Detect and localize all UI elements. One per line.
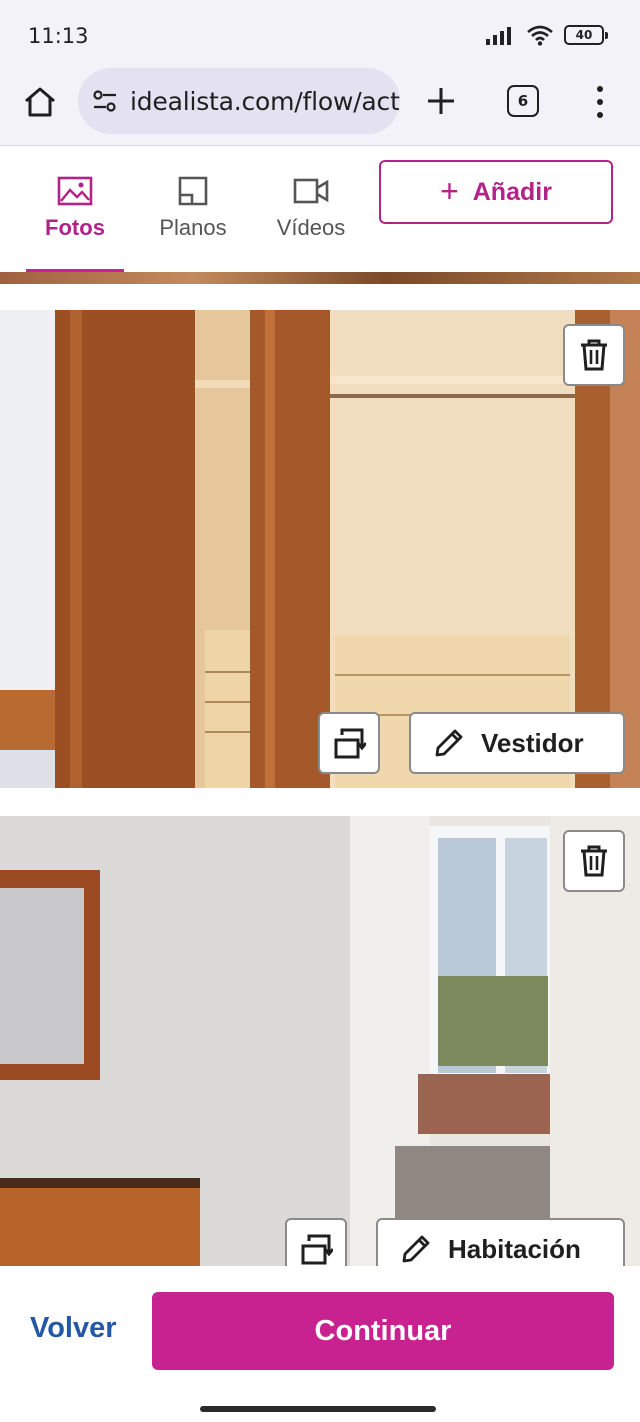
- gesture-home-indicator[interactable]: [200, 1406, 436, 1412]
- pencil-icon: [402, 1235, 430, 1263]
- address-bar[interactable]: idealista.com/flow/act: [78, 68, 400, 134]
- add-media-button[interactable]: + Añadir: [379, 160, 613, 224]
- trash-icon: [581, 845, 607, 877]
- tab-videos[interactable]: Vídeos: [256, 175, 366, 241]
- continue-label: Continuar: [314, 1314, 452, 1347]
- edit-room-label-button[interactable]: Vestidor: [409, 712, 625, 774]
- tab-label: Fotos: [45, 215, 105, 240]
- wifi-icon: [527, 25, 553, 46]
- previous-photo-edge: [0, 272, 640, 284]
- battery-level: 40: [575, 28, 593, 42]
- plus-icon: +: [440, 172, 459, 209]
- home-icon[interactable]: [22, 84, 58, 120]
- rotate-photo-button[interactable]: [285, 1218, 347, 1266]
- signal-icon: [486, 27, 511, 45]
- room-label: Vestidor: [481, 727, 584, 758]
- tab-switcher-button[interactable]: 6: [507, 85, 539, 117]
- photo-image: [0, 816, 640, 1266]
- room-label: Habitación: [448, 1233, 581, 1264]
- status-time: 11:13: [28, 24, 89, 48]
- floorplan-icon: [178, 176, 208, 206]
- continue-button[interactable]: Continuar: [152, 1292, 614, 1370]
- edit-room-label-button[interactable]: Habitación: [376, 1218, 625, 1266]
- rotate-icon: [301, 1234, 333, 1265]
- status-bar: 11:13 40: [0, 0, 640, 68]
- rotate-icon: [334, 728, 366, 759]
- photo-card: Vestidor: [0, 310, 640, 788]
- back-button[interactable]: Volver: [30, 1312, 117, 1345]
- browser-toolbar: idealista.com/flow/act 6: [0, 68, 640, 146]
- photo-card: Habitación: [0, 816, 640, 1266]
- delete-photo-button[interactable]: [563, 830, 625, 892]
- tab-count: 6: [517, 92, 529, 110]
- tab-label: Planos: [159, 215, 227, 240]
- rotate-photo-button[interactable]: [318, 712, 380, 774]
- footer-actions: Volver Continuar: [0, 1266, 640, 1422]
- tab-planos[interactable]: Planos: [138, 175, 248, 241]
- browser-menu-icon[interactable]: [590, 82, 610, 122]
- image-icon: [57, 176, 93, 206]
- status-icons: 40: [486, 24, 608, 46]
- video-icon: [293, 178, 329, 204]
- trash-icon: [581, 339, 607, 371]
- tab-label: Vídeos: [276, 215, 346, 240]
- battery-icon: 40: [564, 25, 608, 45]
- new-tab-icon[interactable]: [424, 84, 458, 118]
- site-settings-icon[interactable]: [92, 88, 118, 114]
- add-button-label: Añadir: [472, 177, 552, 206]
- url-text: idealista.com/flow/act: [130, 86, 400, 116]
- pencil-icon: [435, 729, 463, 757]
- media-tab-bar: Fotos Planos Vídeos + Añadir: [0, 147, 640, 277]
- tab-fotos[interactable]: Fotos: [20, 175, 130, 241]
- delete-photo-button[interactable]: [563, 324, 625, 386]
